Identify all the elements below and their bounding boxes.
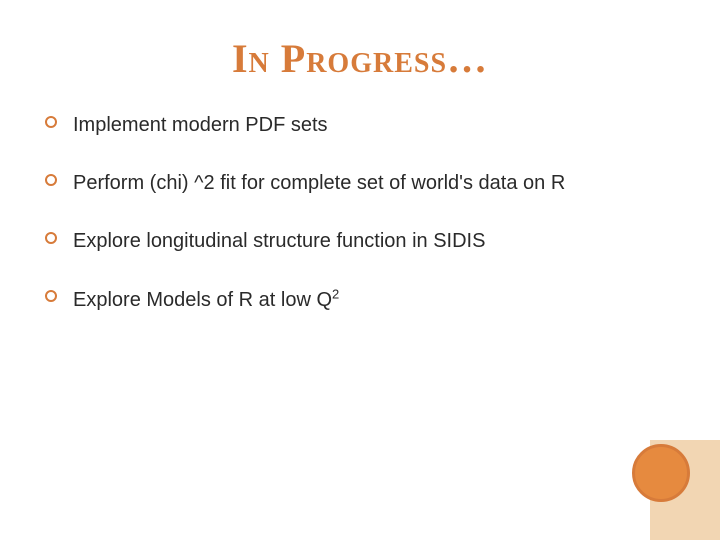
bullet-text: Explore longitudinal structure function … [73,230,485,252]
list-item: Explore Models of R at low Q2 [45,286,680,313]
list-item: Implement modern PDF sets [45,112,680,138]
bullet-text: Perform (chi) ^2 fit for complete set of… [73,172,565,194]
bullet-list: Implement modern PDF sets Perform (chi) … [40,112,680,313]
bullet-text: Implement modern PDF sets [73,114,328,136]
bullet-icon [45,116,57,128]
list-item: Explore longitudinal structure function … [45,228,680,254]
decoration-circle [632,444,690,502]
list-item: Perform (chi) ^2 fit for complete set of… [45,170,680,196]
bullet-text: Explore Models of R at low Q2 [73,289,339,311]
slide-title: In Progress… [40,35,680,82]
bullet-icon [45,174,57,186]
slide: In Progress… Implement modern PDF sets P… [0,0,720,540]
bullet-icon [45,232,57,244]
bullet-icon [45,290,57,302]
